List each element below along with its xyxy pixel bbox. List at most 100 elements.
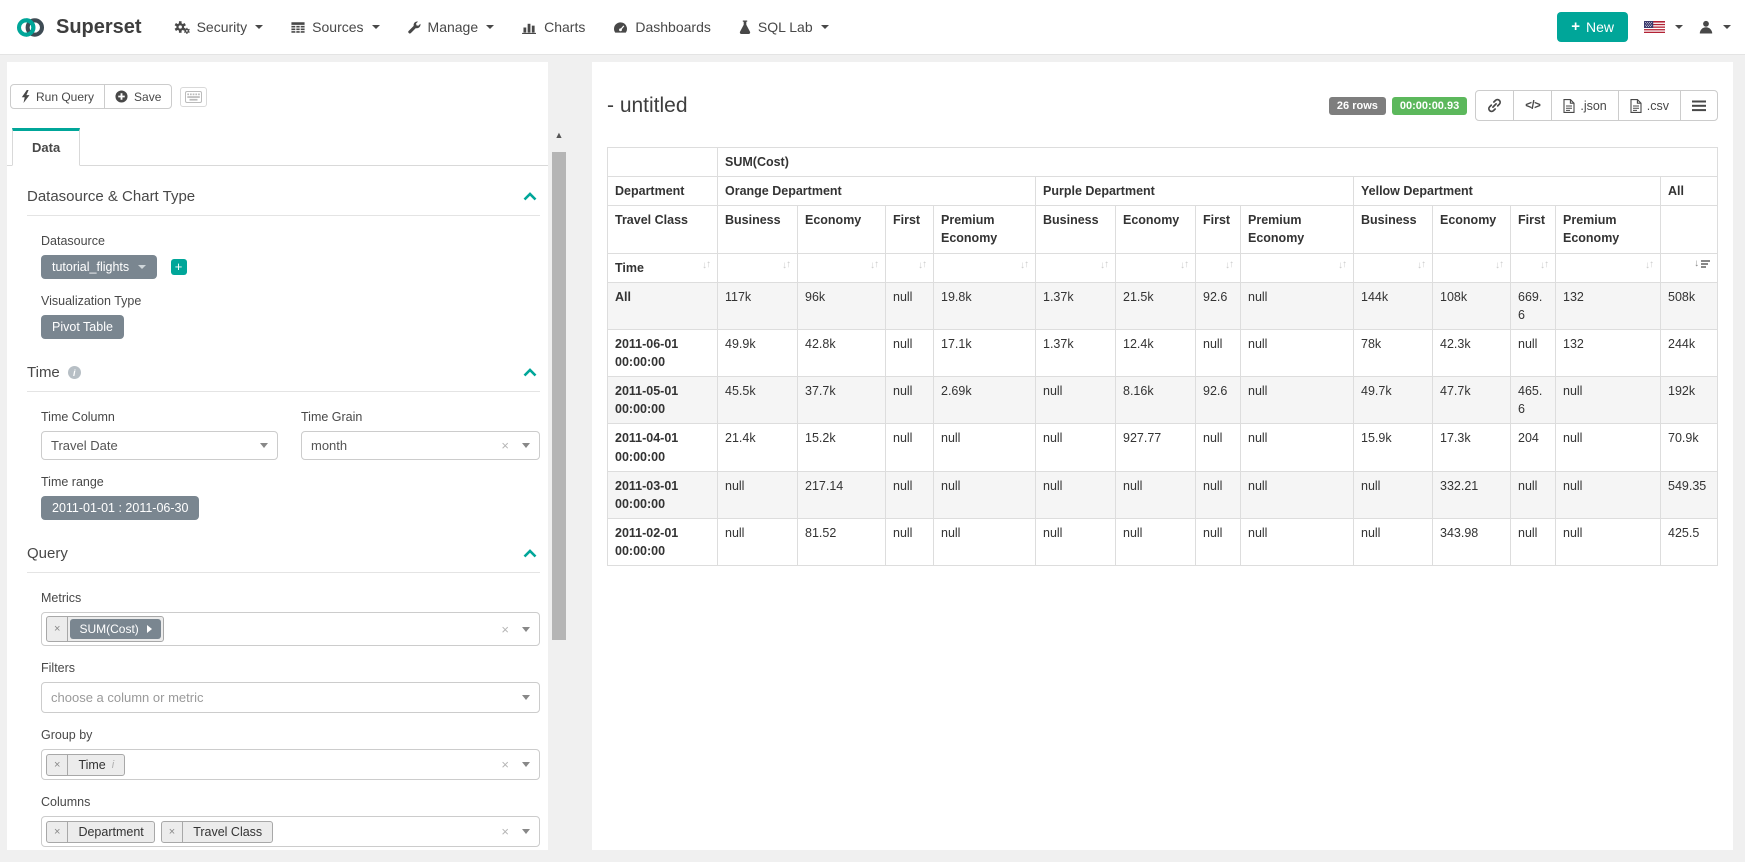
pivot-value-cell: 21.4k — [718, 424, 798, 471]
menu-item-sql-lab[interactable]: SQL Lab — [725, 19, 843, 35]
column-sort-cell[interactable]: ↓↑ — [1241, 253, 1354, 282]
column-sort-cell[interactable]: ↓↑ — [1196, 253, 1241, 282]
sort-icon[interactable]: ↓↑ — [1645, 259, 1653, 274]
sort-icon[interactable]: ↓↑ — [1180, 259, 1188, 274]
select-token[interactable]: ×Department — [46, 821, 155, 843]
pivot-value-cell: 465.6 — [1511, 377, 1556, 424]
department-group-cell: Yellow Department — [1354, 177, 1661, 206]
remove-token-icon[interactable]: × — [47, 755, 68, 775]
share-link-button[interactable] — [1475, 90, 1514, 121]
pivot-value-cell: 332.21 — [1433, 471, 1511, 518]
time-grain-select[interactable]: month × — [301, 431, 540, 460]
pivot-value-cell: 15.2k — [798, 424, 886, 471]
clear-icon[interactable]: × — [501, 758, 509, 771]
add-datasource-button[interactable]: + — [171, 259, 187, 275]
navbar-right: + New — [1557, 12, 1731, 42]
user-menu[interactable] — [1699, 20, 1731, 34]
superset-brand[interactable]: Superset — [14, 16, 142, 39]
keyboard-shortcuts-button[interactable] — [180, 87, 207, 107]
scrollbar-up-arrow[interactable]: ▲ — [551, 130, 567, 140]
clear-icon[interactable]: × — [501, 623, 509, 636]
metric-token[interactable]: ×SUM(Cost) — [46, 616, 164, 642]
pivot-value-cell: null — [1556, 377, 1661, 424]
sort-icon[interactable]: ↓↑ — [702, 259, 710, 274]
chart-title[interactable]: - untitled — [607, 94, 688, 118]
select-token[interactable]: ×Travel Class — [161, 821, 273, 843]
export-json-button[interactable]: .json — [1551, 90, 1618, 121]
metric-pill[interactable]: SUM(Cost) — [70, 619, 160, 639]
sort-icon[interactable]: ↓↑ — [870, 259, 878, 274]
datasource-selector[interactable]: tutorial_flights — [41, 255, 157, 279]
chevron-down-icon — [522, 627, 530, 632]
locale-menu[interactable] — [1644, 21, 1683, 34]
remove-token-icon[interactable]: × — [162, 822, 183, 842]
travel-class-cell: Premium Economy — [1556, 206, 1661, 253]
collapse-chevron-icon[interactable] — [523, 364, 537, 381]
export-csv-button[interactable]: .csv — [1618, 90, 1681, 121]
column-sort-cell[interactable]: ↓↑ — [798, 253, 886, 282]
more-options-button[interactable] — [1680, 90, 1718, 121]
view-query-button[interactable]: </> — [1513, 90, 1552, 121]
sort-icon[interactable]: ↓↑ — [1020, 259, 1028, 274]
sort-desc-icon[interactable]: ↓ — [1694, 259, 1710, 269]
select-token[interactable]: ×Timei — [46, 754, 125, 776]
new-button[interactable]: + New — [1557, 12, 1628, 42]
bolt-icon — [21, 90, 30, 103]
sort-icon[interactable]: ↓↑ — [1417, 259, 1425, 274]
column-sort-cell[interactable]: ↓↑ — [1354, 253, 1433, 282]
column-sort-cell[interactable]: ↓↑ — [718, 253, 798, 282]
clear-icon[interactable]: × — [501, 439, 509, 452]
pivot-table: SUM(Cost)DepartmentOrange DepartmentPurp… — [607, 147, 1718, 566]
metrics-select[interactable]: ×SUM(Cost) × — [41, 612, 540, 646]
travel-class-cell: Economy — [1116, 206, 1196, 253]
info-icon: i — [68, 366, 81, 379]
bar-chart-icon — [522, 21, 537, 34]
pivot-value-cell: null — [1196, 329, 1241, 376]
column-sort-cell[interactable]: ↓↑ — [934, 253, 1036, 282]
column-sort-cell[interactable]: ↓↑ — [1116, 253, 1196, 282]
menu-item-sources[interactable]: Sources — [277, 19, 393, 35]
save-button[interactable]: Save — [104, 84, 172, 109]
sort-icon[interactable]: ↓↑ — [1338, 259, 1346, 274]
column-sort-cell[interactable]: ↓↑ — [1511, 253, 1556, 282]
sort-icon[interactable]: ↓↑ — [782, 259, 790, 274]
time-sort-cell[interactable]: Time↓↑ — [608, 253, 718, 282]
table-icon — [291, 21, 305, 34]
pivot-value-cell: null — [1036, 518, 1116, 565]
column-sort-cell[interactable]: ↓↑ — [1433, 253, 1511, 282]
sort-icon[interactable]: ↓↑ — [1100, 259, 1108, 274]
columns-select[interactable]: ×Department ×Travel Class × — [41, 816, 540, 847]
menu-item-dashboards[interactable]: Dashboards — [599, 19, 725, 35]
menu-item-charts[interactable]: Charts — [508, 19, 599, 35]
column-sort-cell[interactable]: ↓↑ — [1036, 253, 1116, 282]
time-range-selector[interactable]: 2011-01-01 : 2011-06-30 — [41, 496, 199, 520]
sort-icon[interactable]: ↓↑ — [918, 259, 926, 274]
collapse-chevron-icon[interactable] — [523, 545, 537, 562]
panel-scrollbar[interactable]: ▲ — [551, 110, 567, 850]
chevron-down-icon — [1675, 25, 1683, 29]
viz-type-selector[interactable]: Pivot Table — [41, 315, 124, 339]
scrollbar-thumb[interactable] — [552, 152, 566, 640]
column-sort-cell[interactable]: ↓ — [1661, 253, 1718, 282]
remove-token-icon[interactable]: × — [47, 617, 68, 641]
pivot-value-cell: 12.4k — [1116, 329, 1196, 376]
groupby-select[interactable]: ×Timei × — [41, 749, 540, 780]
corner-cell — [608, 148, 718, 177]
time-column-select[interactable]: Travel Date — [41, 431, 278, 460]
tab-data[interactable]: Data — [12, 128, 80, 166]
menu-item-manage[interactable]: Manage — [394, 19, 509, 35]
menu-item-security[interactable]: Security — [160, 19, 278, 35]
pivot-value-cell: null — [1241, 282, 1354, 329]
collapse-chevron-icon[interactable] — [523, 188, 537, 205]
clear-icon[interactable]: × — [501, 825, 509, 838]
sort-icon[interactable]: ↓↑ — [1495, 259, 1503, 274]
column-sort-cell[interactable]: ↓↑ — [886, 253, 934, 282]
run-query-button[interactable]: Run Query — [10, 84, 105, 109]
pivot-value-cell: 244k — [1661, 329, 1718, 376]
filters-select[interactable]: choose a column or metric — [41, 682, 540, 713]
sort-icon[interactable]: ↓↑ — [1540, 259, 1548, 274]
column-sort-cell[interactable]: ↓↑ — [1556, 253, 1661, 282]
sort-icon[interactable]: ↓↑ — [1225, 259, 1233, 274]
section-title: Datasource & Chart Type — [27, 188, 195, 205]
remove-token-icon[interactable]: × — [47, 822, 68, 842]
